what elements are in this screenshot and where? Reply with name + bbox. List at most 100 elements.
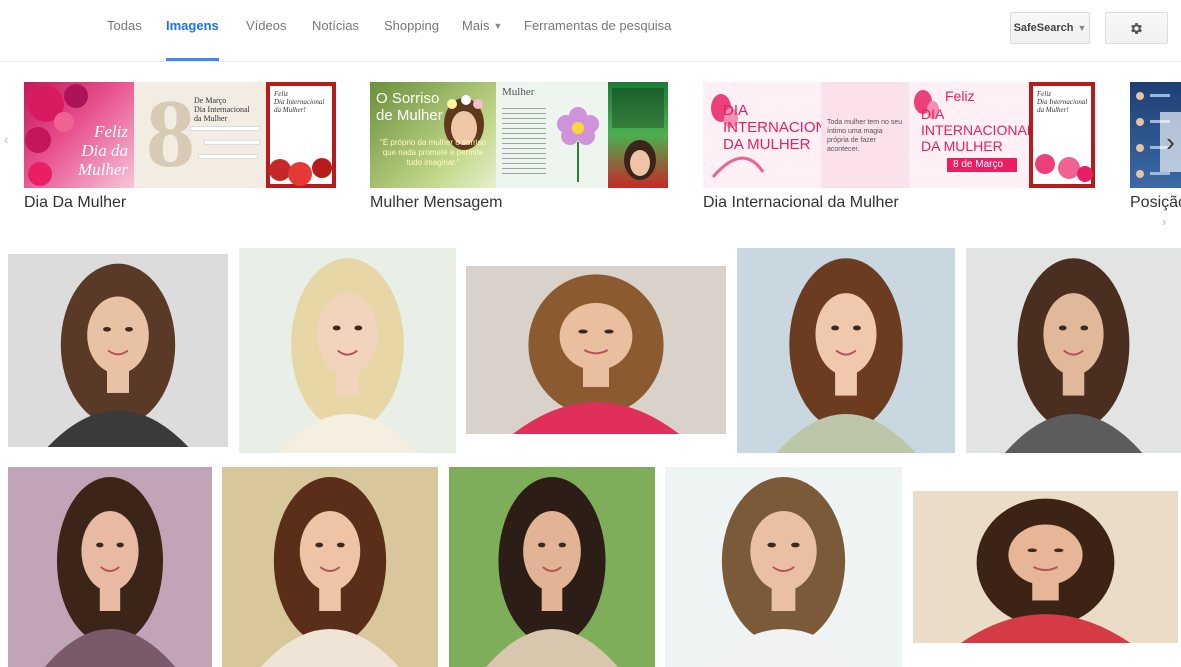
note-strip <box>204 140 260 145</box>
image-result[interactable] <box>449 467 655 667</box>
tab-videos[interactable]: Vídeos <box>246 18 286 61</box>
image-result[interactable] <box>8 254 228 447</box>
related-card-thumbnails: DIA INTERNACIONAL DA MULHER Toda mulher … <box>703 82 1095 188</box>
related-card-label: Mulher Mensagem <box>370 194 503 211</box>
eye <box>332 325 341 331</box>
woman-portrait <box>624 140 656 180</box>
eye <box>578 329 588 334</box>
chevron-right-icon[interactable]: › <box>1162 214 1166 229</box>
tab-noticias[interactable]: Notícias <box>312 18 359 61</box>
portrait-image <box>449 467 655 667</box>
thumbnail: DIA INTERNACIONAL DA MULHER <box>703 82 821 188</box>
thumbnail-text: De Março Dia Internacional da Mulher <box>194 96 250 123</box>
text-lines <box>502 104 546 178</box>
tab-todas[interactable]: Todas <box>107 18 142 61</box>
related-card-label: Dia Da Mulher <box>24 194 127 211</box>
tab-label: Ferramentas de pesquisa <box>524 18 672 33</box>
eye <box>1080 325 1089 331</box>
eye <box>831 325 840 331</box>
related-card-thumbnails: Feliz Dia da Mulher 8 De Março Dia Inter… <box>24 82 336 188</box>
related-card-thumbnails: O Sorriso de Mulher "É próprio da mulher… <box>370 82 668 188</box>
eye <box>1053 548 1064 553</box>
portrait-image <box>966 248 1181 453</box>
flowers-decoration <box>1035 154 1093 182</box>
thumbnail: Feliz Dia Internacional da Mulher! <box>266 82 336 188</box>
portrait-image <box>737 248 955 453</box>
thumbnail-text: Toda mulher tem no seu íntimo uma magia … <box>827 119 903 153</box>
related-card-dia-internacional-da-mulher[interactable]: DIA INTERNACIONAL DA MULHER Toda mulher … <box>703 82 1095 211</box>
image-result[interactable] <box>8 467 212 667</box>
portrait-image <box>466 266 726 434</box>
portrait-image <box>8 254 228 447</box>
chevron-right-icon[interactable]: › <box>1160 112 1181 172</box>
eye <box>116 542 124 548</box>
eye <box>354 325 363 331</box>
face <box>87 296 149 374</box>
eye <box>103 326 111 332</box>
thumbnail-text: Feliz Dia da Mulher <box>77 122 128 179</box>
image-result[interactable] <box>913 491 1178 643</box>
dropdown-caret-icon: ▼ <box>493 21 503 31</box>
portrait-image <box>913 491 1178 643</box>
face <box>750 511 817 591</box>
eye <box>1027 548 1038 553</box>
thumbnail-text: "É próprio da mulher o sorriso que nada … <box>380 138 486 167</box>
eye <box>558 542 567 548</box>
flower-decoration <box>557 107 599 182</box>
eye <box>537 542 546 548</box>
eye <box>336 542 345 548</box>
related-card-mulher-mensagem[interactable]: O Sorriso de Mulher "É próprio da mulher… <box>370 82 668 211</box>
tab-imagens[interactable]: Imagens <box>166 18 219 61</box>
related-searches-strip: ‹ Feliz Dia da Mulher 8 De Março Dia Int… <box>0 62 1181 240</box>
chevron-left-icon[interactable]: ‹ <box>4 132 8 147</box>
related-card-dia-da-mulher[interactable]: Feliz Dia da Mulher 8 De Março Dia Inter… <box>24 82 336 211</box>
note-strip <box>198 154 258 159</box>
thumbnail: Feliz Dia Internacional da Mulher! <box>1029 82 1095 188</box>
image-result[interactable] <box>222 467 438 667</box>
tab-label: Shopping <box>384 18 439 33</box>
safesearch-label: SafeSearch <box>1013 22 1074 34</box>
thumbnail: Toda mulher tem no seu íntimo uma magia … <box>821 82 909 188</box>
text-box <box>612 88 664 128</box>
thumbnail-text: O Sorriso de Mulher <box>376 90 443 124</box>
image-result[interactable] <box>665 467 902 667</box>
eye <box>1058 325 1067 331</box>
thumbnail-text: 8 <box>146 82 195 188</box>
thumbnail-text: Feliz Dia Internacional da Mulher! <box>274 90 325 114</box>
face <box>317 293 378 376</box>
tab-ferramentas-de-pesquisa[interactable]: Ferramentas de pesquisa <box>524 18 671 61</box>
eye <box>767 542 776 548</box>
thumbnail: Feliz Dia da Mulher <box>24 82 134 188</box>
thumbnail-text: 8 de Março <box>953 159 1004 170</box>
tab-mais[interactable]: Mais ▼ <box>462 18 502 61</box>
eye <box>791 542 800 548</box>
tab-label: Mais <box>462 18 490 33</box>
thumbnail-text: Feliz Dia Internacional da Mulher! <box>1037 90 1088 114</box>
note-strip <box>190 126 260 131</box>
safesearch-button[interactable]: SafeSearch ▼ <box>1010 12 1090 44</box>
image-result[interactable] <box>239 248 456 453</box>
image-result[interactable] <box>466 266 726 434</box>
tab-label: Imagens <box>166 18 219 33</box>
thumbnail: Feliz DIA INTERNACIONAL DA MULHER 8 de M… <box>909 82 1029 188</box>
thumbnail-text: DIA INTERNACIONAL DA MULHER <box>921 106 1029 154</box>
thumbnail-text: DIA INTERNACIONAL DA MULHER <box>723 102 821 153</box>
image-result[interactable] <box>966 248 1181 453</box>
image-result[interactable] <box>737 248 955 453</box>
tab-shopping[interactable]: Shopping <box>384 18 439 61</box>
settings-button[interactable] <box>1105 12 1168 44</box>
portrait-image <box>665 467 902 667</box>
portrait-image <box>8 467 212 667</box>
face <box>1043 293 1104 376</box>
face <box>815 293 877 376</box>
thumbnail-text: Feliz <box>945 88 975 104</box>
tab-label: Notícias <box>312 18 359 33</box>
eye <box>852 325 861 331</box>
thumbnail: Mulher <box>496 82 608 188</box>
face <box>559 302 633 371</box>
thumbnail <box>608 82 668 188</box>
portrait-image <box>239 248 456 453</box>
related-card-label: Dia Internacional da Mulher <box>703 194 899 211</box>
dropdown-caret-icon: ▼ <box>1077 23 1087 33</box>
thumbnail: O Sorriso de Mulher "É próprio da mulher… <box>370 82 496 188</box>
